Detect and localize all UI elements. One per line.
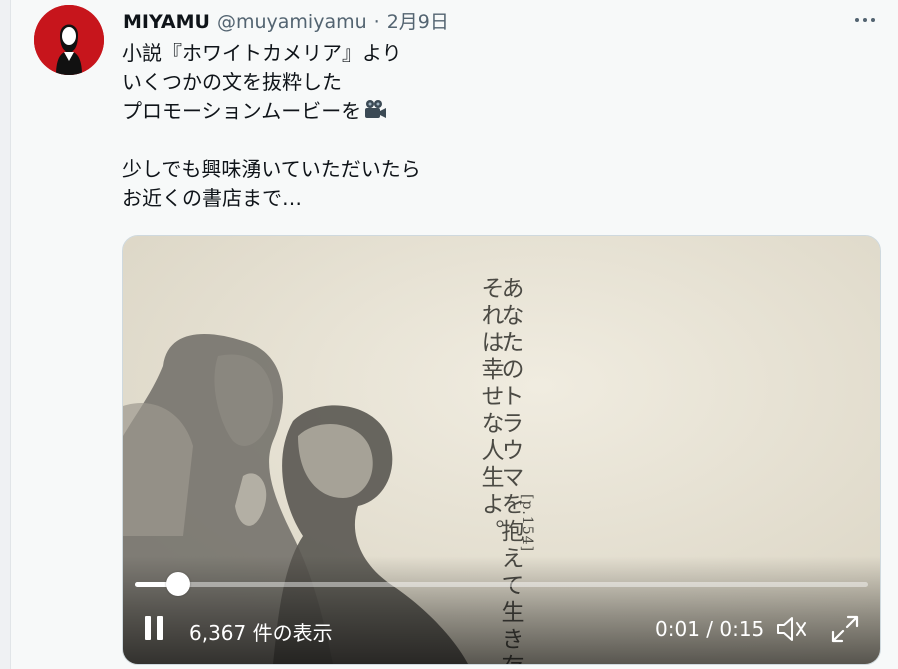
volume-icon[interactable] [775,614,809,644]
more-options-icon[interactable] [850,8,880,32]
video-player[interactable]: あなたのトラウマを抱えて生き存えるなら、 それは幸せな人生よ。 [p.154] … [122,235,881,665]
avatar-illustration [34,5,104,75]
author-handle[interactable]: @muyamiyamu [217,11,367,33]
tweet-date[interactable]: 2月9日 [387,7,449,34]
time-display: 0:01 / 0:15 [655,617,765,641]
pause-bar-right [157,616,163,640]
video-overlay-page-ref: [p.154] [519,494,535,553]
video-progress-handle[interactable] [165,572,190,596]
tweet-line-3-text: プロモーションムービーを [122,99,362,123]
pause-bar-left [145,616,151,640]
movie-camera-icon [363,99,387,129]
tweet-text: 小説『ホワイトカメリア』より いくつかの文を抜粋した プロモーションムービーを … [122,39,822,213]
pause-icon[interactable] [145,616,165,640]
dot-3 [871,18,875,22]
dot-1 [855,18,859,22]
tweet-line-gap [122,126,822,155]
tweet-line-6: お近くの書店まで… [122,186,302,210]
avatar[interactable] [34,5,104,75]
tweet-line-2: いくつかの文を抜粋した [122,70,342,94]
fullscreen-icon[interactable] [829,613,861,645]
separator-dot: · [373,11,380,33]
tweet-line-5: 少しでも興味湧いていただいたら [122,157,421,181]
left-edge-panel [0,0,11,669]
controls-overlay [123,556,880,664]
tweet-line-3: プロモーションムービーを [122,97,822,126]
video-progress-bar[interactable] [135,572,868,596]
tweet-header: MIYAMU @muyamiyamu · 2月9日 [123,7,449,33]
author-name[interactable]: MIYAMU [123,11,210,33]
view-count: 6,367 件の表示 [189,621,333,645]
dot-2 [863,18,867,22]
tweet-line-1: 小説『ホワイトカメリア』より [122,41,402,65]
